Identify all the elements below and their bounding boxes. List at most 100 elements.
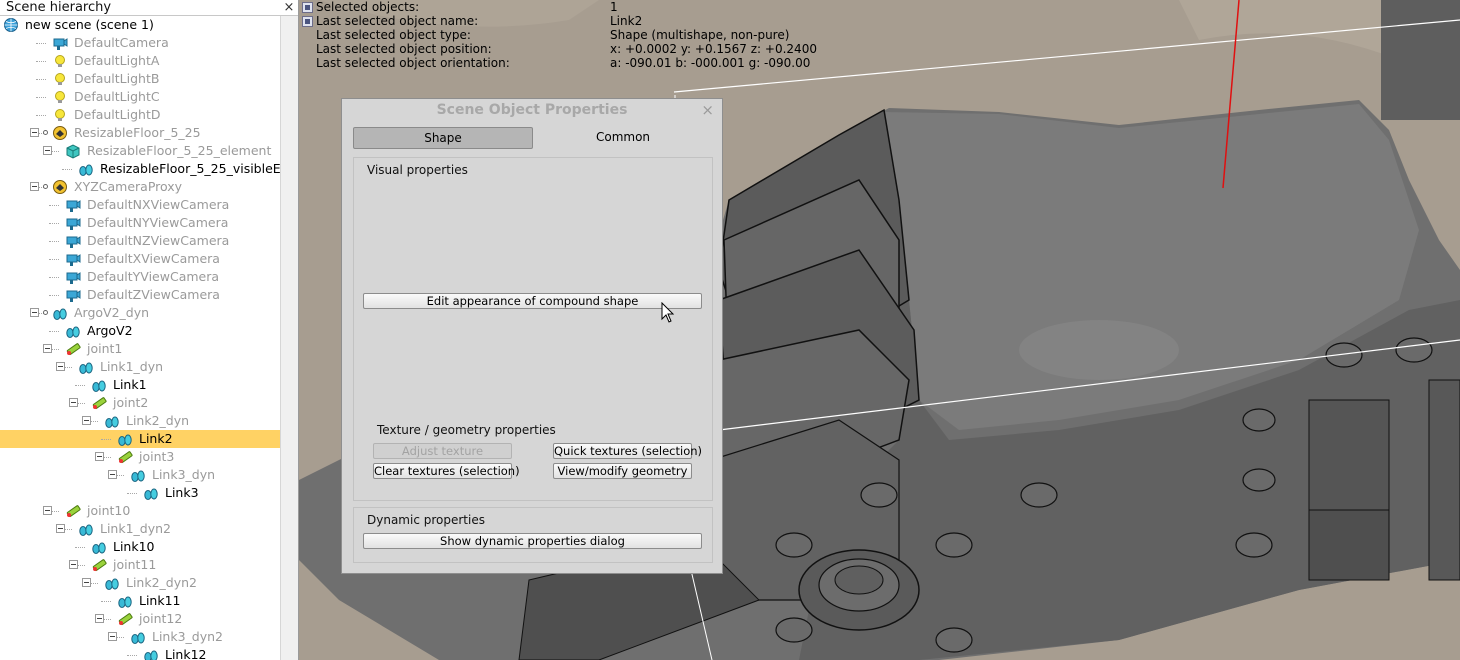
tree-item[interactable]: DefaultLightC	[0, 88, 280, 106]
tree-item[interactable]: Link1	[0, 376, 280, 394]
scene-object-properties-dialog: Scene Object Properties × Shape Common V…	[341, 98, 723, 574]
tree-item[interactable]: Link10	[0, 538, 280, 556]
camera-icon	[52, 35, 68, 51]
tree-item[interactable]: Link1_dyn	[0, 358, 280, 376]
tree-item[interactable]: Link2_dyn2	[0, 574, 280, 592]
shape-icon	[78, 359, 94, 375]
tree-item[interactable]: DefaultCamera	[0, 34, 280, 52]
tree-collapse-toggle[interactable]	[30, 182, 39, 191]
hierarchy-scrollbar[interactable]	[280, 16, 298, 660]
tree-item[interactable]: joint11	[0, 556, 280, 574]
tree-item[interactable]: ResizableFloor_5_25	[0, 124, 280, 142]
scene-hierarchy-panel: Scene hierarchy × new scene (scene 1) Def…	[0, 0, 299, 660]
tree-item[interactable]: DefaultXViewCamera	[0, 250, 280, 268]
dialog-close-button[interactable]: ×	[701, 101, 714, 119]
tree-item[interactable]: joint10	[0, 502, 280, 520]
tree-item-label: Link3_dyn2	[152, 629, 224, 644]
model-dot-icon	[43, 130, 48, 135]
tree-item-label: Link1	[113, 377, 147, 392]
tree-item-label: joint1	[87, 341, 123, 356]
visual-properties-title: Visual properties	[367, 163, 468, 177]
tree-item[interactable]: ArgoV2	[0, 322, 280, 340]
tab-shape[interactable]: Shape	[353, 127, 533, 149]
viewport-toolbar-button-1[interactable]	[302, 2, 313, 13]
info-key: Last selected object name:	[316, 14, 479, 28]
tree-collapse-toggle[interactable]	[30, 308, 39, 317]
tree-item[interactable]: joint1	[0, 340, 280, 358]
adjust-texture-button[interactable]: Adjust texture	[373, 443, 512, 459]
tree-connector	[49, 331, 59, 332]
tree-item[interactable]: XYZCameraProxy	[0, 178, 280, 196]
quick-textures-button[interactable]: Quick textures (selection)	[553, 443, 702, 459]
shape-icon	[117, 593, 133, 609]
tree-item[interactable]: ResizableFloor_5_25_visibleElement	[0, 160, 280, 178]
shape-icon	[104, 575, 120, 591]
tree-item[interactable]: Link1_dyn2	[0, 520, 280, 538]
tree-item[interactable]: Link2_dyn	[0, 412, 280, 430]
tree-item[interactable]: joint3	[0, 448, 280, 466]
model-icon	[52, 179, 68, 195]
tree-item[interactable]: DefaultNYViewCamera	[0, 214, 280, 232]
joint-icon	[117, 611, 133, 627]
tree-item[interactable]: joint12	[0, 610, 280, 628]
tree-connector	[36, 79, 46, 80]
tree-item-label: DefaultZViewCamera	[87, 287, 220, 302]
tree-collapse-toggle[interactable]	[108, 632, 117, 641]
tree-collapse-toggle[interactable]	[43, 506, 52, 515]
joint-icon	[117, 449, 133, 465]
edit-appearance-button[interactable]: Edit appearance of compound shape	[363, 293, 702, 309]
light-bulb-icon	[52, 71, 68, 87]
hierarchy-close-button[interactable]: ×	[282, 1, 296, 15]
tree-collapse-toggle[interactable]	[69, 398, 78, 407]
tree-collapse-toggle[interactable]	[56, 362, 65, 371]
tree-item[interactable]: DefaultYViewCamera	[0, 268, 280, 286]
tree-collapse-toggle[interactable]	[82, 416, 91, 425]
tree-collapse-toggle[interactable]	[95, 614, 104, 623]
tab-common[interactable]: Common	[533, 127, 713, 149]
tree-collapse-toggle[interactable]	[56, 524, 65, 533]
tree-item[interactable]: DefaultLightD	[0, 106, 280, 124]
camera-icon	[65, 251, 81, 267]
light-bulb-icon	[52, 89, 68, 105]
tree-item[interactable]: DefaultZViewCamera	[0, 286, 280, 304]
tree-item-label: DefaultXViewCamera	[87, 251, 220, 266]
dialog-title: Scene Object Properties	[436, 102, 628, 118]
tree-item[interactable]: Link12	[0, 646, 280, 660]
tree-item[interactable]: DefaultNXViewCamera	[0, 196, 280, 214]
tree-item-label: ArgoV2_dyn	[74, 305, 150, 320]
clear-textures-button[interactable]: Clear textures (selection)	[373, 463, 520, 479]
tree-item[interactable]: DefaultLightA	[0, 52, 280, 70]
info-key: Last selected object orientation:	[316, 56, 510, 70]
mouse-cursor-icon	[661, 302, 675, 323]
tree-collapse-toggle[interactable]	[82, 578, 91, 587]
tree-collapse-toggle[interactable]	[69, 560, 78, 569]
tree-item[interactable]: Link3_dyn2	[0, 628, 280, 646]
shape-icon	[143, 485, 159, 501]
tree-item-label: DefaultNXViewCamera	[87, 197, 230, 212]
view-modify-geometry-button[interactable]: View/modify geometry	[553, 463, 692, 479]
tree-collapse-toggle[interactable]	[43, 146, 52, 155]
tree-item-label: joint3	[139, 449, 175, 464]
hierarchy-title: Scene hierarchy	[6, 0, 112, 15]
tree-item[interactable]: Link2	[0, 430, 280, 448]
tree-item[interactable]: DefaultLightB	[0, 70, 280, 88]
viewport-toolbar-button-2[interactable]	[302, 16, 313, 27]
tree-item[interactable]: joint2	[0, 394, 280, 412]
tree-collapse-toggle[interactable]	[108, 470, 117, 479]
tree-item[interactable]: new scene (scene 1)	[0, 16, 280, 34]
tree-connector	[127, 655, 137, 656]
tree-item[interactable]: ResizableFloor_5_25_element	[0, 142, 280, 160]
show-dynamic-properties-button[interactable]: Show dynamic properties dialog	[363, 533, 702, 549]
tree-item[interactable]: Link3_dyn	[0, 466, 280, 484]
tree-collapse-toggle[interactable]	[43, 344, 52, 353]
tree-item[interactable]: Link3	[0, 484, 280, 502]
dynamic-properties-title: Dynamic properties	[367, 513, 485, 527]
tree-item[interactable]: Link11	[0, 592, 280, 610]
tree-connector	[75, 547, 85, 548]
tree-item[interactable]: DefaultNZViewCamera	[0, 232, 280, 250]
tree-item[interactable]: ArgoV2_dyn	[0, 304, 280, 322]
tree-collapse-toggle[interactable]	[30, 128, 39, 137]
tree-item-label: Link2_dyn	[126, 413, 190, 428]
tree-collapse-toggle[interactable]	[95, 452, 104, 461]
tree-item-label: Link2_dyn2	[126, 575, 198, 590]
